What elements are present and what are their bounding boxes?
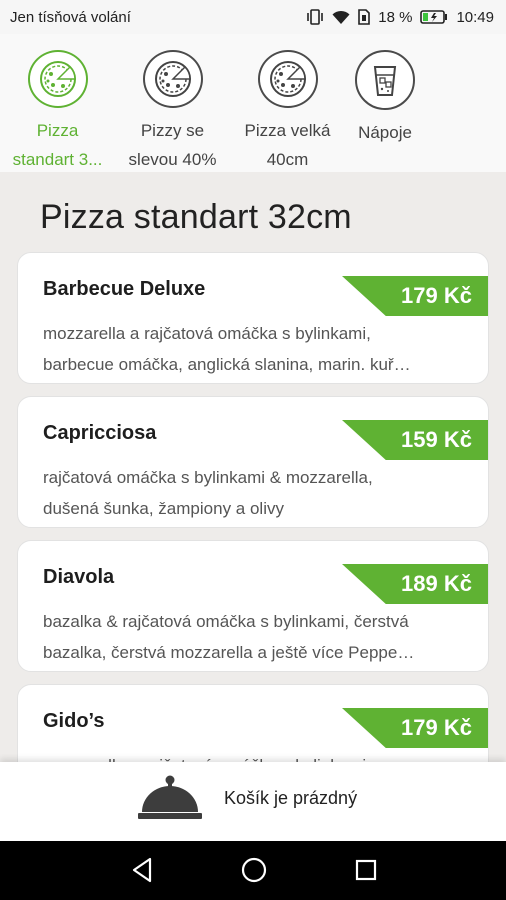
pizza-icon bbox=[142, 50, 203, 109]
vibrate-icon bbox=[306, 9, 324, 25]
category-tabs: Pizza standart 3... Pizzy se slevou 40% … bbox=[0, 34, 506, 172]
item-price: 179 Kč bbox=[401, 715, 472, 740]
menu-item-card[interactable]: Gido’s 179 Kč mozzarella a rajčatová omá… bbox=[17, 684, 489, 762]
home-button[interactable] bbox=[240, 855, 268, 890]
tab-label: Pizza standart 3... bbox=[12, 121, 103, 170]
item-price: 179 Kč bbox=[401, 283, 472, 308]
tab-pizza-velka[interactable]: Pizza velká 40cm bbox=[230, 34, 345, 172]
status-bar: Jen tísňová volání 18 % 10:49 bbox=[0, 0, 506, 34]
clock: 10:49 bbox=[456, 8, 494, 26]
menu-item-card[interactable]: Barbecue Deluxe 179 Kč mozzarella a rajč… bbox=[17, 252, 489, 384]
tab-pizzy-sleva[interactable]: Pizzy se slevou 40% bbox=[115, 34, 230, 172]
item-price: 159 Kč bbox=[401, 427, 472, 452]
tab-napoje[interactable]: Nápoje bbox=[345, 34, 425, 172]
item-description: bazalka & rajčatová omáčka s bylinkami, … bbox=[43, 612, 415, 662]
pizza-icon bbox=[27, 50, 88, 109]
item-name: Barbecue Deluxe bbox=[43, 278, 206, 300]
status-icons: 18 % 10:49 bbox=[306, 9, 494, 26]
pizza-icon bbox=[257, 50, 318, 109]
item-description: rajčatová omáčka s bylinkami & mozzarell… bbox=[43, 468, 373, 518]
item-name: Diavola bbox=[43, 566, 115, 588]
price-tag: 179 Kč bbox=[342, 276, 488, 316]
sim-icon bbox=[358, 9, 371, 25]
item-name: Gido’s bbox=[43, 710, 105, 732]
cloche-icon bbox=[136, 770, 204, 831]
app-screen: Jen tísňová volání 18 % 10:49 Pizza stan… bbox=[0, 0, 506, 900]
battery-percent: 18 % bbox=[378, 8, 413, 26]
menu-item-card[interactable]: Diavola 189 Kč bazalka & rajčatová omáčk… bbox=[17, 540, 489, 672]
recents-button[interactable] bbox=[352, 855, 380, 890]
tab-label: Pizzy se slevou 40% bbox=[128, 121, 217, 170]
back-button[interactable] bbox=[128, 855, 156, 890]
wifi-icon bbox=[332, 10, 350, 25]
item-name: Capricciosa bbox=[43, 422, 157, 444]
tab-label: Pizza velká 40cm bbox=[244, 121, 331, 170]
drink-icon bbox=[355, 50, 415, 110]
carrier-text: Jen tísňová volání bbox=[10, 8, 131, 26]
battery-icon bbox=[420, 10, 448, 24]
price-tag: 189 Kč bbox=[342, 564, 488, 604]
item-price: 189 Kč bbox=[401, 571, 472, 596]
tab-label: Nápoje bbox=[358, 123, 412, 142]
cart-bar[interactable]: Košík je prázdný bbox=[0, 762, 506, 841]
cart-status: Košík je prázdný bbox=[224, 788, 358, 808]
item-description: mozzarella a rajčatová omáčka s bylinkam… bbox=[43, 324, 411, 374]
price-tag: 179 Kč bbox=[342, 708, 488, 748]
system-nav-bar bbox=[0, 841, 506, 900]
price-tag: 159 Kč bbox=[342, 420, 488, 460]
menu-item-card[interactable]: Capricciosa 159 Kč rajčatová omáčka s by… bbox=[17, 396, 489, 528]
menu-list: Pizza standart 32cm Barbecue Deluxe 179 … bbox=[0, 172, 506, 762]
tab-pizza-standart[interactable]: Pizza standart 3... bbox=[0, 34, 115, 172]
section-title: Pizza standart 32cm bbox=[40, 198, 352, 236]
item-description: mozzarella a rajčatová omáčka s bylinkam… bbox=[43, 750, 478, 762]
